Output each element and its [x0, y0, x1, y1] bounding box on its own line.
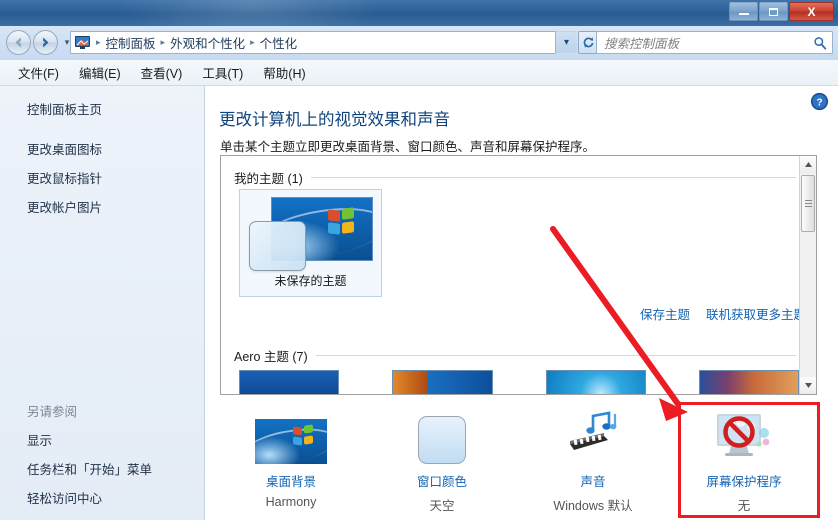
- setting-label[interactable]: 声音: [580, 471, 605, 490]
- minimize-icon: [738, 13, 749, 15]
- setting-value: 天空: [429, 499, 455, 513]
- windows-logo-icon: [328, 207, 356, 236]
- sidebar-home-group: 控制面板主页: [0, 94, 205, 123]
- menu-item-edit[interactable]: 编辑(E): [69, 60, 131, 85]
- aero-theme-tile[interactable]: [392, 370, 493, 394]
- sidebar-item-taskbar-start-menu[interactable]: 任务栏和「开始」菜单: [0, 454, 205, 483]
- aero-theme-tile[interactable]: [698, 370, 799, 394]
- scrollbar-thumb[interactable]: [801, 175, 815, 232]
- back-button[interactable]: [6, 30, 31, 55]
- menu-item-help[interactable]: 帮助(H): [253, 60, 315, 85]
- setting-label[interactable]: 桌面背景: [266, 471, 316, 490]
- chevron-down-icon: ▾: [563, 37, 570, 48]
- sound-icon: [560, 408, 626, 464]
- save-theme-link[interactable]: 保存主题: [640, 304, 690, 323]
- address-bar-buttons: ▾: [556, 31, 599, 54]
- forward-arrow-icon: [43, 37, 49, 48]
- aero-theme-tile[interactable]: [545, 370, 646, 394]
- back-arrow-icon: [15, 37, 21, 48]
- setting-window-color[interactable]: 窗口颜色 天空: [369, 408, 515, 516]
- maximize-button[interactable]: [759, 2, 788, 21]
- refresh-icon: [583, 37, 594, 48]
- sidebar-item-ease-of-access-center[interactable]: 轻松访问中心: [0, 483, 205, 512]
- menu-item-view[interactable]: 查看(V): [131, 60, 193, 85]
- close-icon: X: [807, 4, 816, 19]
- sidebar-item-control-panel-home[interactable]: 控制面板主页: [0, 94, 205, 123]
- my-themes-header-label: 我的主题 (1): [234, 172, 303, 186]
- breadcrumb-item-1[interactable]: 外观和个性化: [167, 33, 248, 52]
- setting-desktop-background[interactable]: 桌面背景 Harmony: [218, 408, 364, 516]
- menu-bar: 文件(F) 编辑(E) 查看(V) 工具(T) 帮助(H): [0, 60, 838, 86]
- setting-sound[interactable]: 声音 Windows 默认: [520, 408, 666, 516]
- aero-theme-row: [239, 370, 799, 394]
- header-rule: [310, 177, 796, 178]
- setting-value: Harmony: [265, 495, 317, 509]
- theme-thumbnail: [249, 197, 374, 271]
- page-title: 更改计算机上的视觉效果和声音: [219, 111, 450, 129]
- menu-item-file[interactable]: 文件(F): [8, 60, 69, 85]
- chevron-down-icon: [804, 383, 812, 388]
- aero-themes-header-label: Aero 主题 (7): [234, 350, 308, 364]
- red-highlight-box: [678, 402, 820, 518]
- aero-theme-tile[interactable]: [239, 370, 340, 394]
- address-bar-row: ▾ ▸ 控制面板 ▸ 外观和个性化 ▸ 个性化 ▾ 搜索控制面板: [0, 26, 838, 60]
- chevron-up-icon: [804, 162, 812, 167]
- desktop-background-icon: [255, 408, 327, 464]
- menu-item-tools[interactable]: 工具(T): [192, 60, 253, 85]
- sidebar-item-change-desktop-icons[interactable]: 更改桌面图标: [0, 134, 205, 163]
- control-panel-icon: [74, 35, 91, 50]
- window-color-icon: [418, 408, 466, 464]
- window-controls: X: [729, 2, 834, 21]
- navigation-buttons: ▾: [6, 30, 74, 55]
- theme-tile-label: 未保存的主题: [274, 274, 347, 288]
- vertical-scrollbar[interactable]: [799, 156, 816, 394]
- svg-text:?: ?: [816, 98, 822, 109]
- search-icon: [808, 36, 832, 50]
- page-subtitle: 单击某个主题立即更改桌面背景、窗口颜色、声音和屏幕保护程序。: [220, 140, 596, 154]
- maximize-icon: [769, 7, 778, 16]
- see-also-header: 另请参阅: [27, 405, 78, 419]
- theme-tile-unsaved[interactable]: 未保存的主题: [239, 189, 382, 297]
- breadcrumb-item-2[interactable]: 个性化: [257, 33, 301, 52]
- breadcrumb[interactable]: ▸ 控制面板 ▸ 外观和个性化 ▸ 个性化: [70, 31, 556, 54]
- sidebar-item-change-mouse-pointers[interactable]: 更改鼠标指针: [0, 163, 205, 192]
- setting-label[interactable]: 窗口颜色: [417, 471, 467, 490]
- sidebar: 控制面板主页 更改桌面图标 更改鼠标指针 更改帐户图片 另请参阅 显示 任务栏和…: [0, 86, 205, 520]
- header-rule: [315, 355, 796, 356]
- setting-value: Windows 默认: [553, 499, 633, 513]
- breadcrumb-separator-2[interactable]: ▸: [248, 37, 257, 48]
- aero-themes-header: Aero 主题 (7): [234, 346, 796, 365]
- help-button[interactable]: ?: [810, 92, 829, 111]
- theme-list-box[interactable]: 我的主题 (1) 未保存的主题 保存主题 联机获取更多主题 Aero 主题 (7…: [220, 155, 817, 395]
- breadcrumb-separator-1[interactable]: ▸: [159, 37, 168, 48]
- breadcrumb-item-0[interactable]: 控制面板: [103, 33, 159, 52]
- scroll-up-button[interactable]: [800, 156, 816, 173]
- search-input[interactable]: 搜索控制面板: [597, 33, 808, 52]
- sidebar-see-also: 另请参阅 显示 任务栏和「开始」菜单 轻松访问中心: [0, 396, 205, 512]
- my-themes-header: 我的主题 (1): [234, 168, 796, 187]
- sidebar-item-display[interactable]: 显示: [0, 425, 205, 454]
- title-bar: X: [0, 0, 838, 26]
- help-icon: ?: [810, 92, 829, 111]
- close-button[interactable]: X: [789, 2, 834, 21]
- window-glass-preview: [249, 221, 306, 271]
- minimize-button[interactable]: [729, 2, 758, 21]
- personalization-window: X ▾ ▸ 控制面板 ▸ 外观和个性化 ▸ 个性化 ▾ 搜索控制面板 文件(F)…: [0, 0, 838, 520]
- search-box[interactable]: 搜索控制面板: [596, 31, 833, 54]
- chevron-down-icon: ▾: [64, 37, 70, 47]
- sidebar-item-change-account-picture[interactable]: 更改帐户图片: [0, 192, 205, 221]
- path-dropdown-button[interactable]: ▾: [556, 31, 577, 54]
- scroll-down-button[interactable]: [800, 377, 816, 394]
- sidebar-tasks: 更改桌面图标 更改鼠标指针 更改帐户图片: [0, 134, 205, 221]
- breadcrumb-separator-0[interactable]: ▸: [94, 37, 103, 48]
- scrollbar-grip-icon: [804, 198, 812, 209]
- theme-links: 保存主题 联机获取更多主题: [640, 304, 806, 323]
- forward-button[interactable]: [33, 30, 58, 55]
- get-more-themes-online-link[interactable]: 联机获取更多主题: [706, 304, 806, 323]
